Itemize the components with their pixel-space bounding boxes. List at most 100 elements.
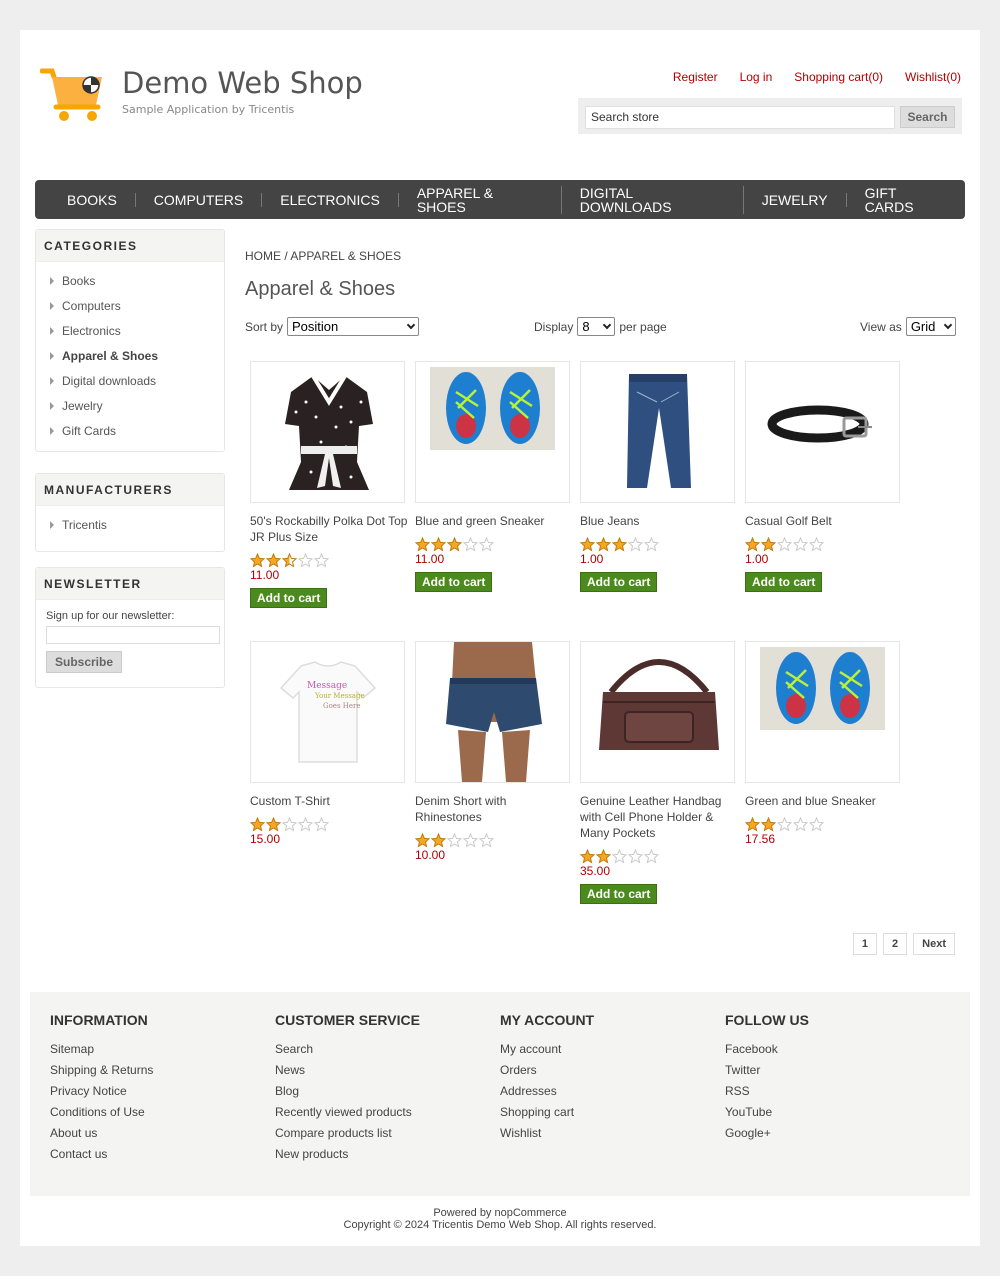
sneaker-image[interactable] [745,641,900,783]
next-page-link[interactable]: Next [913,933,955,955]
search-input[interactable]: Search store [585,106,895,129]
product-title[interactable]: Denim Short with Rhinestones [415,793,575,825]
star-icon [612,537,627,552]
site-logo[interactable]: Demo Web Shop Sample Application by Tric… [40,67,363,123]
star-icon [314,553,329,568]
product-title[interactable]: Custom T-Shirt [250,793,410,809]
breadcrumb-home[interactable]: HOME [245,249,281,263]
page-size-value: 8 [582,319,590,334]
tshirt-image[interactable]: Message Your Message Goes Here [250,641,405,783]
rating-stars [250,817,410,832]
footer-heading: MY ACCOUNT [500,1012,595,1028]
star-icon [463,537,478,552]
product-price: 10.00 [415,848,446,862]
arrow-right-icon [50,520,54,529]
page-1-link[interactable]: 1 [852,933,878,955]
powered-by[interactable]: Powered by nopCommerce [20,1207,980,1219]
product-title[interactable]: Blue and green Sneaker [415,513,575,529]
menu-digital-downloads[interactable]: DIGITAL DOWNLOADS [562,185,744,214]
subscribe-button[interactable]: Subscribe [46,651,123,673]
product-item: Genuine Leather Handbag with Cell Phone … [580,641,740,904]
footer-link[interactable]: Compare products list [275,1126,420,1147]
footer-link[interactable]: Facebook [725,1042,809,1063]
star-icon [596,537,611,552]
add-to-cart-button[interactable]: Add to cart [745,572,823,592]
newsletter-email-input[interactable] [46,626,220,644]
footer-link[interactable]: Search [275,1042,420,1063]
star-icon [612,849,627,864]
shorts-image[interactable] [415,641,570,783]
footer-link[interactable]: Addresses [500,1084,594,1105]
footer-link[interactable]: My account [500,1042,594,1063]
footer-link[interactable]: Blog [275,1084,420,1105]
footer-link[interactable]: Orders [500,1063,594,1084]
footer-link[interactable]: Privacy Notice [50,1084,153,1105]
category-jewelry[interactable]: Jewelry [50,393,212,418]
menu-gift-cards[interactable]: GIFT CARDS [847,186,965,214]
footer-link[interactable]: Sitemap [50,1042,153,1063]
menu-electronics[interactable]: ELECTRONICS [262,192,399,207]
footer-link[interactable]: About us [50,1126,153,1147]
footer-credits: Powered by nopCommerce Copyright © 2024 … [20,1207,980,1231]
footer-link[interactable]: Shipping & Returns [50,1063,153,1084]
star-icon [431,537,446,552]
handbag-image[interactable] [580,641,735,783]
menu-apparel-shoes[interactable]: APPAREL & SHOES [399,185,562,214]
product-title[interactable]: Blue Jeans [580,513,740,529]
star-icon [266,817,281,832]
product-title[interactable]: Genuine Leather Handbag with Cell Phone … [580,793,740,841]
newsletter-block: NEWSLETTER Sign up for our newsletter: S… [35,567,225,688]
search-button[interactable]: Search [900,106,955,128]
category-books[interactable]: Books [50,268,212,293]
wishlist-link[interactable]: Wishlist(0) [905,70,961,84]
footer-link[interactable]: RSS [725,1084,809,1105]
category-electronics[interactable]: Electronics [50,318,212,343]
manufacturer-tricentis[interactable]: Tricentis [50,512,212,537]
breadcrumb: HOME / APPAREL & SHOES [245,249,401,263]
shopping-cart-link[interactable]: Shopping cart(0) [794,70,883,84]
belt-image[interactable] [745,361,900,503]
category-gift-cards[interactable]: Gift Cards [50,418,212,443]
add-to-cart-button[interactable]: Add to cart [580,572,658,592]
page-2-link[interactable]: 2 [883,933,908,955]
category-apparel-shoes[interactable]: Apparel & Shoes [50,343,212,368]
footer-link[interactable]: Twitter [725,1063,809,1084]
footer-link[interactable]: YouTube [725,1105,809,1126]
add-to-cart-button[interactable]: Add to cart [250,588,328,608]
star-icon [463,833,478,848]
product-title[interactable]: 50's Rockabilly Polka Dot Top JR Plus Si… [250,513,410,545]
sneaker-image[interactable] [415,361,570,503]
login-link[interactable]: Log in [740,70,773,84]
add-to-cart-button[interactable]: Add to cart [580,884,658,904]
arrow-right-icon [50,301,54,310]
footer-link[interactable]: Google+ [725,1126,809,1147]
star-icon [282,553,297,568]
view-mode-dropdown[interactable]: Grid [905,317,956,336]
footer-link[interactable]: Recently viewed products [275,1105,420,1126]
menu-jewelry[interactable]: JEWELRY [744,192,847,207]
footer-link[interactable]: Shopping cart [500,1105,594,1126]
menu-books[interactable]: BOOKS [49,192,136,207]
footer-link[interactable]: Contact us [50,1147,153,1168]
register-link[interactable]: Register [673,70,718,84]
display-selector: Display 8 per page [534,317,667,336]
footer-link[interactable]: News [275,1063,420,1084]
add-to-cart-button[interactable]: Add to cart [415,572,493,592]
blouse-image[interactable] [250,361,405,503]
sort-dropdown[interactable]: Position [287,317,420,336]
footer-customer-service: CUSTOMER SERVICE Search News Blog Recent… [275,1012,420,1168]
product-price: 35.00 [580,864,611,878]
category-computers[interactable]: Computers [50,293,212,318]
jeans-image[interactable] [580,361,735,503]
star-icon [282,817,297,832]
menu-computers[interactable]: COMPUTERS [136,192,263,207]
product-title[interactable]: Green and blue Sneaker [745,793,905,809]
footer-link[interactable]: Conditions of Use [50,1105,153,1126]
arrow-right-icon [50,351,54,360]
footer-link[interactable]: New products [275,1147,420,1168]
footer-heading: CUSTOMER SERVICE [275,1012,420,1028]
footer-link[interactable]: Wishlist [500,1126,594,1147]
product-title[interactable]: Casual Golf Belt [745,513,905,529]
category-digital-downloads[interactable]: Digital downloads [50,368,212,393]
page-size-dropdown[interactable]: 8 [577,317,616,336]
